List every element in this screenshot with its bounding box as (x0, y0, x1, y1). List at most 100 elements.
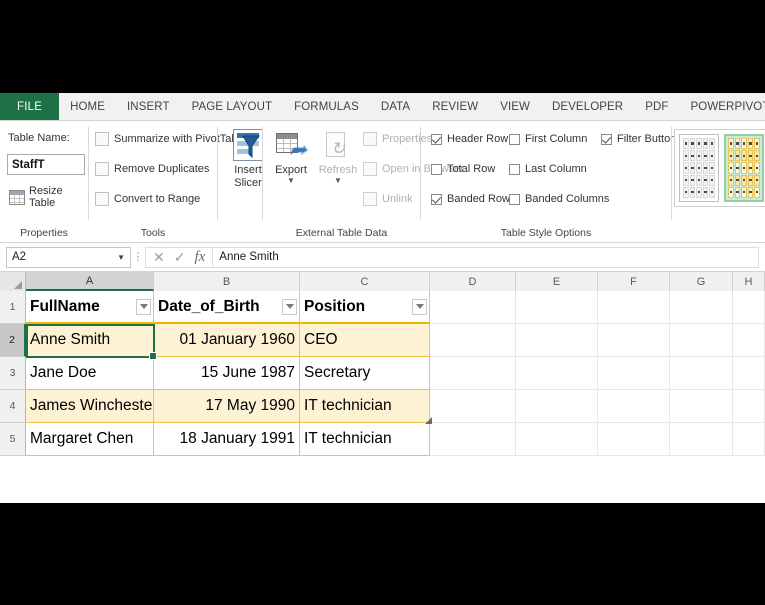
cell-g4[interactable] (670, 390, 733, 423)
cell-h3[interactable] (733, 357, 765, 390)
enter-check-icon[interactable]: ✓ (174, 250, 186, 264)
tab-formulas[interactable]: FORMULAS (283, 93, 370, 120)
cell-d5[interactable] (430, 423, 516, 456)
unlink-button[interactable]: Unlink (363, 192, 413, 206)
name-box-chevron-down-icon[interactable]: ▼ (117, 253, 125, 262)
cell-a5[interactable]: Margaret Chen (26, 423, 154, 456)
cell-a1[interactable]: FullName (26, 291, 154, 324)
table-style-swatch-selected[interactable] (724, 134, 764, 202)
cell-g2[interactable] (670, 324, 733, 357)
cell-f5[interactable] (598, 423, 670, 456)
cell-a3[interactable]: Jane Doe (26, 357, 154, 390)
cell-f4[interactable] (598, 390, 670, 423)
table-name-input[interactable]: StaffT (7, 154, 85, 175)
refresh-button[interactable]: ↻ Refresh ▼ (312, 131, 364, 185)
column-header-a[interactable]: A (26, 272, 154, 291)
tab-view[interactable]: VIEW (489, 93, 541, 120)
cell-d4[interactable] (430, 390, 516, 423)
cell-d2[interactable] (430, 324, 516, 357)
cell-e2[interactable] (516, 324, 598, 357)
checkbox-total-row[interactable]: Total Row (431, 163, 495, 175)
export-dropdown-icon[interactable]: ▼ (287, 177, 295, 185)
cell-d1[interactable] (430, 291, 516, 324)
row-header-2[interactable]: 2 (0, 324, 26, 357)
column-header-e[interactable]: E (516, 272, 598, 291)
cancel-x-icon[interactable]: ✕ (153, 250, 165, 264)
cell-h2[interactable] (733, 324, 765, 357)
cell-g5[interactable] (670, 423, 733, 456)
remove-duplicates-button[interactable]: Remove Duplicates (95, 162, 209, 176)
column-header-d[interactable]: D (430, 272, 516, 291)
cell-d3[interactable] (430, 357, 516, 390)
cell-b1[interactable]: Date_of_Birth (154, 291, 300, 324)
last-column-checkbox-icon[interactable] (509, 163, 520, 175)
column-header-c[interactable]: C (300, 272, 430, 291)
tab-data[interactable]: DATA (370, 93, 421, 120)
total-row-checkbox-icon[interactable] (431, 163, 442, 175)
tab-developer[interactable]: DEVELOPER (541, 93, 634, 120)
checkbox-last-column[interactable]: Last Column (509, 163, 587, 175)
resize-table-button[interactable]: Resize Table (6, 183, 88, 211)
tab-page-layout[interactable]: PAGE LAYOUT (181, 93, 284, 120)
cell-b3[interactable]: 15 June 1987 (154, 357, 300, 390)
cell-b2[interactable]: 01 January 1960 (154, 324, 300, 357)
checkbox-filter-button[interactable]: Filter Button (601, 133, 676, 145)
tab-pdf[interactable]: PDF (634, 93, 679, 120)
row-header-3[interactable]: 3 (0, 357, 26, 390)
cell-g1[interactable] (670, 291, 733, 324)
cell-e3[interactable] (516, 357, 598, 390)
header-row-checkbox-icon[interactable] (431, 133, 442, 145)
row-header-1[interactable]: 1 (0, 291, 26, 324)
first-column-checkbox-icon[interactable] (509, 133, 520, 145)
formula-input[interactable]: Anne Smith (212, 246, 759, 268)
cell-a4[interactable]: James Winchester (26, 390, 154, 423)
table-resize-handle[interactable] (425, 417, 432, 424)
cell-c2[interactable]: CEO (300, 324, 430, 357)
checkbox-banded-columns[interactable]: Banded Columns (509, 193, 609, 205)
table-style-swatch-plain[interactable] (679, 134, 719, 202)
cell-a2[interactable]: Anne Smith (26, 324, 154, 357)
cell-e5[interactable] (516, 423, 598, 456)
filter-dropdown-icon-b[interactable] (282, 298, 297, 315)
cell-b4[interactable]: 17 May 1990 (154, 390, 300, 423)
cell-h4[interactable] (733, 390, 765, 423)
filter-dropdown-icon-c[interactable] (412, 298, 427, 315)
fx-insert-function-icon[interactable]: fx (194, 250, 205, 265)
column-header-b[interactable]: B (154, 272, 300, 291)
tab-home[interactable]: HOME (59, 93, 116, 120)
formula-bar-handle[interactable]: ⋮ (131, 252, 145, 263)
cell-f1[interactable] (598, 291, 670, 324)
checkbox-banded-rows[interactable]: Banded Rows (431, 193, 516, 205)
banded-rows-checkbox-icon[interactable] (431, 193, 442, 205)
cell-c4[interactable]: IT technician (300, 390, 430, 423)
tab-file[interactable]: FILE (0, 93, 60, 120)
name-box[interactable]: A2 ▼ (6, 246, 131, 268)
banded-columns-checkbox-icon[interactable] (509, 193, 520, 205)
table-styles-gallery[interactable] (674, 129, 765, 207)
cell-c1[interactable]: Position (300, 291, 430, 324)
filter-button-checkbox-icon[interactable] (601, 133, 612, 145)
select-all-corner[interactable] (0, 272, 26, 291)
tab-insert[interactable]: INSERT (116, 93, 181, 120)
convert-to-range-button[interactable]: Convert to Range (95, 192, 200, 206)
cell-e1[interactable] (516, 291, 598, 324)
refresh-dropdown-icon[interactable]: ▼ (334, 177, 342, 185)
cell-b5[interactable]: 18 January 1991 (154, 423, 300, 456)
cell-c3[interactable]: Secretary (300, 357, 430, 390)
row-header-4[interactable]: 4 (0, 390, 26, 423)
cell-c5[interactable]: IT technician (300, 423, 430, 456)
column-header-h[interactable]: H (733, 272, 765, 291)
cell-f2[interactable] (598, 324, 670, 357)
cell-e4[interactable] (516, 390, 598, 423)
tab-powerpivot[interactable]: POWERPIVOT (680, 93, 765, 120)
export-button[interactable]: ➦ Export ▼ (265, 131, 317, 185)
cell-h5[interactable] (733, 423, 765, 456)
tab-review[interactable]: REVIEW (421, 93, 489, 120)
column-header-g[interactable]: G (670, 272, 733, 291)
checkbox-first-column[interactable]: First Column (509, 133, 587, 145)
filter-dropdown-icon-a[interactable] (136, 298, 151, 315)
cell-g3[interactable] (670, 357, 733, 390)
cell-f3[interactable] (598, 357, 670, 390)
checkbox-header-row[interactable]: Header Row (431, 133, 508, 145)
column-header-f[interactable]: F (598, 272, 670, 291)
